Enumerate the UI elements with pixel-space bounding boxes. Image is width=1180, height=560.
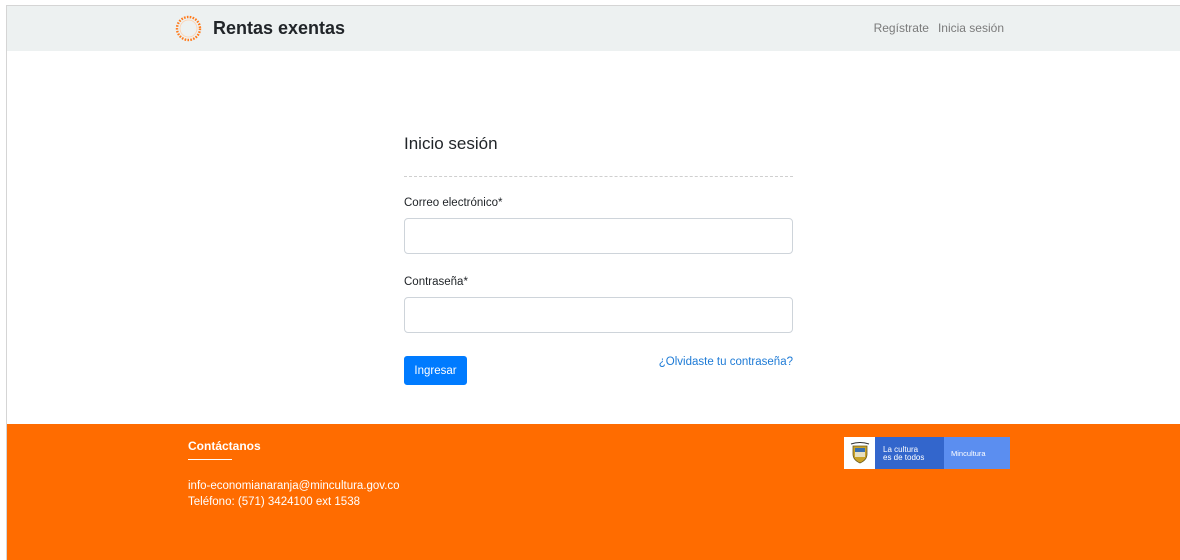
password-input[interactable] [404,297,793,333]
contact-title: Contáctanos [188,439,261,453]
form-actions: Ingresar ¿Olvidaste tu contraseña? [404,356,793,386]
page-frame: Rentas exentas Regístrate Inicia sesión … [6,5,1180,560]
gov-slogan-line2: es de todos [883,453,925,462]
title-divider [404,176,793,177]
login-link[interactable]: Inicia sesión [938,21,1004,35]
coat-of-arms-icon [844,437,875,469]
gov-slogan: La cultura es de todos [875,437,944,469]
contact-underline [188,459,232,460]
contact-phone: Teléfono: (571) 3424100 ext 1538 [188,496,360,508]
login-form: Inicio sesión Correo electrónico* Contra… [404,126,793,386]
orange-circle-logo-icon [175,15,202,42]
app-title: Rentas exentas [213,18,346,38]
site-footer: Contáctanos info-economianaranja@mincult… [7,424,1180,560]
site-header: Rentas exentas Regístrate Inicia sesión [7,6,1180,51]
forgot-password-link[interactable]: ¿Olvidaste tu contraseña? [659,356,793,368]
brand[interactable]: Rentas exentas [174,14,345,43]
top-nav: Regístrate Inicia sesión [874,21,1004,35]
register-link[interactable]: Regístrate [874,21,929,35]
email-input[interactable] [404,218,793,254]
password-label: Contraseña* [404,276,468,288]
submit-button[interactable]: Ingresar [404,356,467,385]
email-label: Correo electrónico* [404,197,503,209]
gov-logo[interactable]: La cultura es de todos Mincultura [844,437,1010,469]
login-title: Inicio sesión [404,134,498,153]
contact-email[interactable]: info-economianaranja@mincultura.gov.co [188,480,400,492]
ministry-label: Mincultura [944,437,1010,469]
